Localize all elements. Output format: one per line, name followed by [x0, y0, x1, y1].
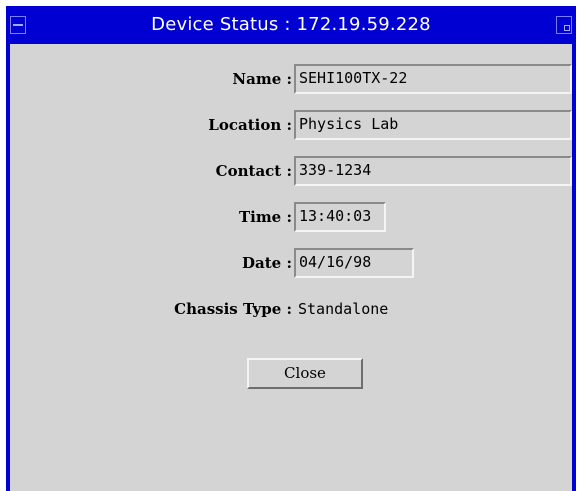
chassis-type-row: Chassis Type : Standalone	[10, 294, 572, 324]
name-field[interactable]: SEHI100TX-22	[294, 64, 572, 94]
device-status-window: Device Status : 172.19.59.228 Name : SEH…	[6, 6, 576, 491]
time-field[interactable]: 13:40:03	[294, 202, 386, 232]
title-bar[interactable]: Device Status : 172.19.59.228	[6, 6, 576, 44]
date-field[interactable]: 04/16/98	[294, 248, 414, 278]
close-button[interactable]: Close	[247, 358, 363, 389]
location-field[interactable]: Physics Lab	[294, 110, 572, 140]
location-label: Location :	[208, 116, 292, 134]
contact-field[interactable]: 339-1234	[294, 156, 572, 186]
chassis-type-value: Standalone	[298, 300, 389, 318]
window-maximize-icon[interactable]	[556, 16, 572, 34]
contact-label: Contact :	[215, 162, 292, 180]
time-row: Time : 13:40:03	[10, 202, 572, 232]
time-label: Time :	[238, 208, 292, 226]
name-label: Name :	[232, 70, 292, 88]
date-label: Date :	[242, 254, 292, 272]
chassis-type-label: Chassis Type :	[174, 300, 292, 318]
location-row: Location : Physics Lab	[10, 110, 572, 140]
window-title: Device Status : 172.19.59.228	[151, 14, 431, 35]
date-row: Date : 04/16/98	[10, 248, 572, 278]
name-row: Name : SEHI100TX-22	[10, 64, 572, 94]
contact-row: Contact : 339-1234	[10, 156, 572, 186]
dialog-content: Name : SEHI100TX-22 Location : Physics L…	[10, 44, 572, 491]
